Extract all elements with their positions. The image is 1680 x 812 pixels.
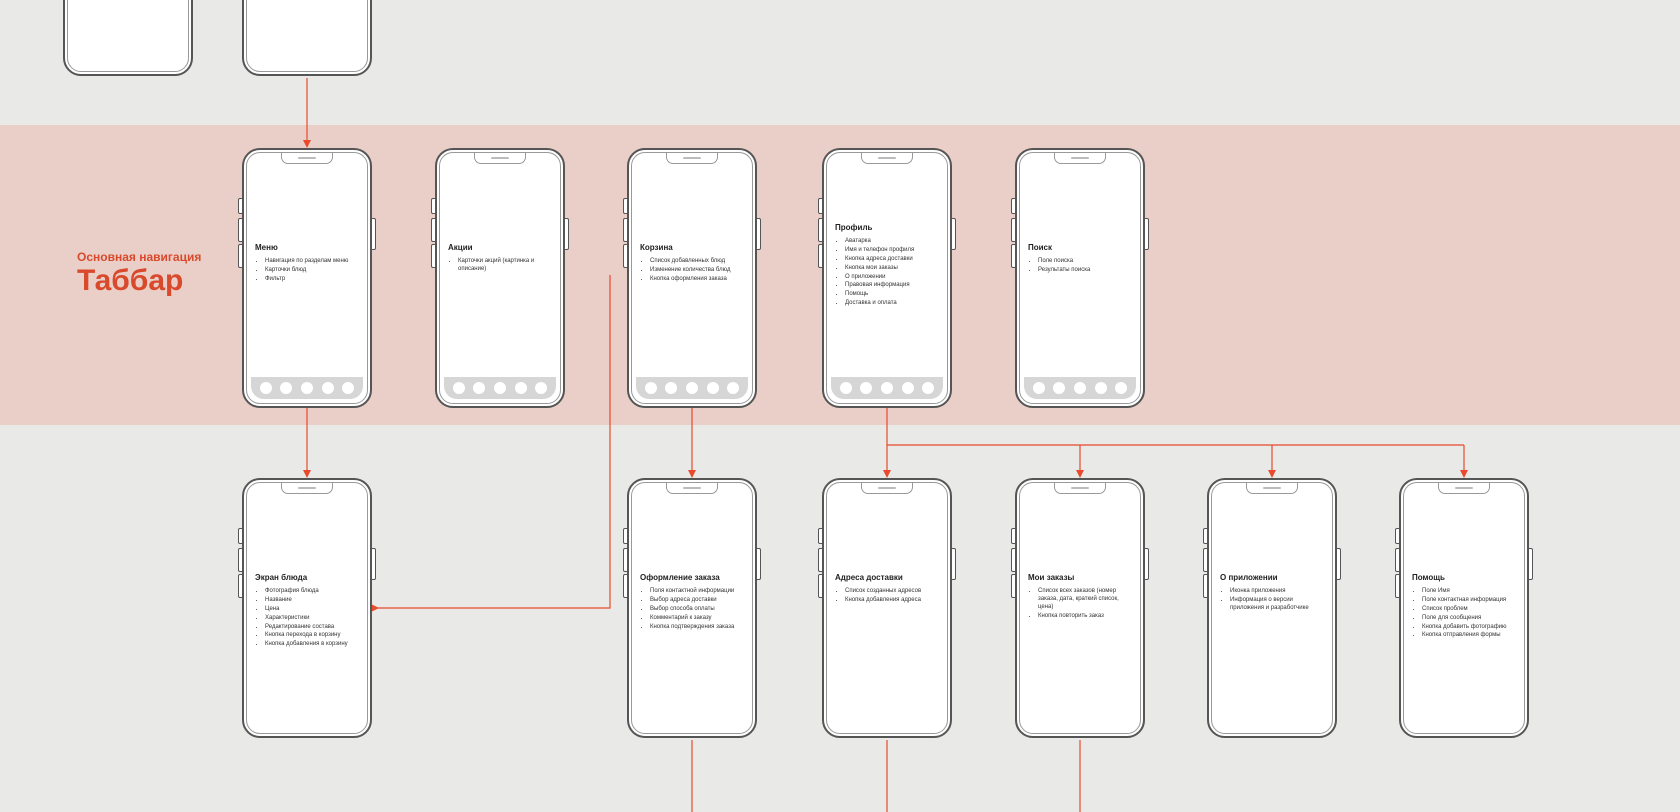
list-item: Кнопка перехода в корзину — [265, 632, 359, 640]
phone-title: Мои заказы — [1028, 573, 1132, 583]
phone-title: Меню — [255, 243, 359, 253]
list-item: Поле Имя — [1422, 588, 1516, 596]
list-item: Название — [265, 597, 359, 605]
list-item: Список проблем — [1422, 606, 1516, 614]
list-item: Выбор адреса доставки — [650, 597, 744, 605]
tabbar-icon — [831, 377, 943, 399]
list-item: Имя и телефон профиля — [845, 247, 939, 255]
phone-title: Поиск — [1028, 243, 1132, 253]
list-item: Кнопка повторить заказ — [1038, 613, 1132, 621]
phone-items: Список всех заказов (номер заказа, дата,… — [1028, 588, 1132, 620]
list-item: Правовая информация — [845, 282, 939, 290]
phone-title: Адреса доставки — [835, 573, 939, 583]
phone-menu: Меню Навигация по разделам менюКарточки б… — [242, 148, 372, 408]
phone-title: Акции — [448, 243, 552, 253]
phone-title: Экран блюда — [255, 573, 359, 583]
list-item: Кнопка адреса доставки — [845, 256, 939, 264]
list-item: Кнопка отправления формы — [1422, 632, 1516, 640]
phone-title: Профиль — [835, 223, 939, 233]
list-item: Карточки блюд — [265, 267, 359, 275]
list-item: Кнопка добавления адреса — [845, 597, 939, 605]
tabbar-icon — [444, 377, 556, 399]
phone-items: Фотография блюдаНазваниеЦенаХарактеристи… — [255, 588, 359, 649]
phone-title: Корзина — [640, 243, 744, 253]
list-item: Помощь — [845, 291, 939, 299]
list-item: Цена — [265, 606, 359, 614]
list-item: Информация о версии приложения и разрабо… — [1230, 597, 1324, 613]
list-item: Характеристики — [265, 615, 359, 623]
section-label: Основная навигация Таббар — [77, 250, 201, 296]
list-item: Навигация по разделам меню — [265, 258, 359, 266]
list-item: Кнопка мои заказы — [845, 265, 939, 273]
phone-title: Помощь — [1412, 573, 1516, 583]
list-item: Поля контактной информации — [650, 588, 744, 596]
list-item: Редактирование состава — [265, 624, 359, 632]
phone-profile: ПрофильАватаркаИмя и телефон профиляКноп… — [822, 148, 952, 408]
list-item: Поле для сообщения — [1422, 615, 1516, 623]
list-item: Выбор способа оплаты — [650, 606, 744, 614]
list-item: Доставка и оплата — [845, 300, 939, 308]
list-item: Список всех заказов (номер заказа, дата,… — [1038, 588, 1132, 611]
list-item: Кнопка добавления в корзину — [265, 641, 359, 649]
list-item: Фильтр — [265, 276, 359, 284]
list-item: Список добавленных блюд — [650, 258, 744, 266]
phone-addresses: Адреса доставки Список созданных адресовК… — [822, 478, 952, 738]
list-item: Фотография блюда — [265, 588, 359, 596]
phone-help: Помощь Поле ИмяПоле контактная информация… — [1399, 478, 1529, 738]
phone-search: Поиск Поле поискаРезультаты поиска — [1015, 148, 1145, 408]
tabbar-icon — [251, 377, 363, 399]
list-item: Поле контактная информация — [1422, 597, 1516, 605]
tabbar-icon — [1024, 377, 1136, 399]
section-title: Таббар — [77, 266, 201, 296]
phone-items: Карточки акций (картинка и описание) — [448, 258, 552, 274]
phone-promo: Акции Карточки акций (картинка и описание… — [435, 148, 565, 408]
list-item: Иконка приложения — [1230, 588, 1324, 596]
phone-title: Оформление заказа — [640, 573, 744, 583]
list-item: Изменение количества блюд — [650, 267, 744, 275]
phone-items: АватаркаИмя и телефон профиляКнопка адре… — [835, 238, 939, 307]
list-item: Аватарка — [845, 238, 939, 246]
phone-cart: Корзина Список добавленных блюдИзменение … — [627, 148, 757, 408]
phone-checkout: Оформление заказа Поля контактной информа… — [627, 478, 757, 738]
tabbar-icon — [636, 377, 748, 399]
list-item: Результаты поиска — [1038, 267, 1132, 275]
phone-top-2 — [242, 0, 372, 76]
list-item: Поле поиска — [1038, 258, 1132, 266]
phone-items: Поле ИмяПоле контактная информацияСписок… — [1412, 588, 1516, 640]
phone-dish: Экран блюда Фотография блюдаНазваниеЦенаХ… — [242, 478, 372, 738]
phone-items: Иконка приложенияИнформация о версии при… — [1220, 588, 1324, 612]
phone-items: Навигация по разделам менюКарточки блюдФ… — [255, 258, 359, 283]
phone-about: О приложении Иконка приложенияИнформация … — [1207, 478, 1337, 738]
list-item: Кнопка оформления заказа — [650, 276, 744, 284]
phone-items: Список созданных адресовКнопка добавлени… — [835, 588, 939, 605]
list-item: О приложении — [845, 274, 939, 282]
list-item: Карточки акций (картинка и описание) — [458, 258, 552, 274]
phone-orders: Мои заказы Список всех заказов (номер зак… — [1015, 478, 1145, 738]
list-item: Список созданных адресов — [845, 588, 939, 596]
phone-title: О приложении — [1220, 573, 1324, 583]
list-item: Кнопка добавить фотографию — [1422, 624, 1516, 632]
list-item: Комментарий к заказу — [650, 615, 744, 623]
phone-items: Поля контактной информацииВыбор адреса д… — [640, 588, 744, 631]
phone-items: Поле поискаРезультаты поиска — [1028, 258, 1132, 275]
phone-items: Список добавленных блюдИзменение количес… — [640, 258, 744, 283]
phone-top-1 — [63, 0, 193, 76]
section-subtitle: Основная навигация — [77, 250, 201, 264]
list-item: Кнопка подтверждения заказа — [650, 624, 744, 632]
